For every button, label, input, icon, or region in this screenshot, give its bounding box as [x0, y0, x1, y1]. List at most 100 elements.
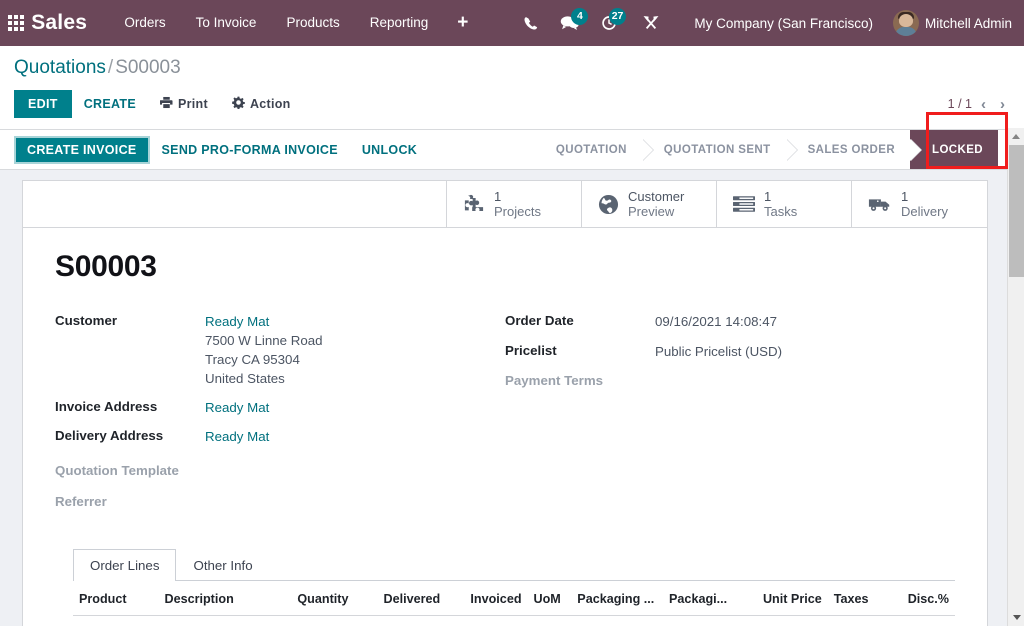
col-discount[interactable]: Disc.%	[882, 581, 955, 616]
cell-taxes[interactable]	[828, 616, 882, 626]
menu-orders[interactable]: Orders	[109, 0, 180, 46]
col-packaging-qty[interactable]: Packaging ...	[571, 581, 663, 616]
invoice-address-link[interactable]: Ready Mat	[205, 398, 269, 417]
form-view-area: 1 Projects Customer Preview	[0, 170, 1024, 626]
col-packaging[interactable]: Packagi...	[663, 581, 744, 616]
statusbar-row: CREATE INVOICE SEND PRO-FORMA INVOICE UN…	[0, 130, 1024, 170]
table-row[interactable]: Virtual Interi... Virtual Interior Desig…	[73, 616, 955, 626]
field-invoice-address-label: Invoice Address	[55, 398, 205, 414]
cell-product[interactable]: Virtual Interi...	[73, 616, 158, 626]
messages-badge: 4	[571, 8, 588, 25]
order-lines-table: Product Description Quantity Delivered I…	[73, 581, 955, 626]
stat-button-blank	[23, 181, 447, 227]
cell-unit-price[interactable]: 30.75	[744, 616, 827, 626]
stat-button-delivery[interactable]: 1 Delivery	[852, 181, 987, 227]
field-order-date-label: Order Date	[505, 312, 655, 328]
field-referrer: Referrer	[55, 493, 505, 514]
field-invoice-address-value[interactable]: Ready Mat	[205, 398, 269, 417]
col-invoiced[interactable]: Invoiced	[446, 581, 527, 616]
stage-quotation[interactable]: QUOTATION	[542, 130, 642, 169]
cell-uom[interactable]: Hours	[528, 616, 572, 626]
stat-button-projects[interactable]: 1 Projects	[447, 181, 582, 227]
col-description[interactable]: Description	[158, 581, 273, 616]
cell-invoiced[interactable]: 0.00	[446, 616, 527, 626]
stat-button-customer-preview-text: Customer Preview	[628, 189, 684, 219]
col-delivered[interactable]: Delivered	[354, 581, 446, 616]
cell-quantity[interactable]: 10.00	[273, 616, 354, 626]
stat-button-tasks-value: 1	[764, 189, 797, 204]
vertical-scrollbar[interactable]	[1007, 128, 1024, 626]
col-quantity[interactable]: Quantity	[273, 581, 354, 616]
app-brand-sales[interactable]: Sales	[27, 11, 97, 35]
edit-button[interactable]: EDIT	[14, 90, 72, 118]
field-customer-value[interactable]: Ready Mat 7500 W Linne Road Tracy CA 953…	[205, 312, 323, 388]
stat-button-box: 1 Projects Customer Preview	[23, 181, 987, 228]
user-name: Mitchell Admin	[925, 16, 1012, 31]
customer-link[interactable]: Ready Mat	[205, 312, 323, 331]
cell-packaging-qty[interactable]	[571, 616, 663, 626]
stage-sales-order[interactable]: SALES ORDER	[786, 130, 910, 169]
puzzle-piece-icon	[463, 194, 485, 214]
apps-grid-icon[interactable]	[4, 0, 27, 46]
scrollbar-thumb[interactable]	[1009, 145, 1024, 277]
print-button-label: Print	[178, 97, 208, 111]
cell-discount[interactable]: 0.00	[882, 616, 955, 626]
tab-order-lines[interactable]: Order Lines	[73, 549, 176, 581]
stat-button-customer-preview[interactable]: Customer Preview	[582, 181, 717, 227]
stat-button-tasks-text: 1 Tasks	[764, 189, 797, 219]
stat-button-tasks[interactable]: 1 Tasks	[717, 181, 852, 227]
debug-wrench-icon[interactable]	[632, 0, 670, 46]
menu-products[interactable]: Products	[271, 0, 354, 46]
field-quotation-template: Quotation Template	[55, 462, 505, 483]
pager-next-icon[interactable]: ›	[995, 96, 1010, 113]
create-invoice-button[interactable]: CREATE INVOICE	[14, 136, 150, 164]
field-delivery-address: Delivery Address Ready Mat	[55, 427, 505, 448]
cell-description[interactable]: Virtual Interior Design	[158, 616, 273, 626]
stage-quotation-sent[interactable]: QUOTATION SENT	[642, 130, 786, 169]
cell-packaging[interactable]	[663, 616, 744, 626]
field-order-date-value[interactable]: 09/16/2021 14:08:47	[655, 312, 777, 331]
breadcrumb-quotations[interactable]: Quotations	[14, 57, 106, 78]
notebook-tabs: Order Lines Other Info	[73, 549, 955, 581]
chevron-down-icon[interactable]	[1008, 609, 1024, 626]
pager-value: 1 / 1	[948, 97, 972, 111]
chevron-up-icon[interactable]	[1008, 128, 1024, 145]
control-panel: Quotations/S00003 EDIT CREATE Print Act	[0, 46, 1024, 130]
apps-grid-glyph	[8, 15, 24, 31]
print-button[interactable]: Print	[148, 90, 220, 118]
field-pricelist-value[interactable]: Public Pricelist (USD)	[655, 342, 782, 361]
truck-icon	[868, 195, 892, 213]
notebook: Order Lines Other Info Product Descripti…	[55, 549, 955, 626]
activities-badge: 27	[609, 8, 627, 25]
cell-delivered[interactable]: 0.00	[354, 616, 446, 626]
top-navbar: Sales Orders To Invoice Products Reporti…	[0, 0, 1024, 46]
stage-locked[interactable]: LOCKED	[910, 130, 998, 169]
send-proforma-invoice-button[interactable]: SEND PRO-FORMA INVOICE	[150, 137, 350, 163]
company-switcher[interactable]: My Company (San Francisco)	[670, 16, 887, 31]
delivery-address-link[interactable]: Ready Mat	[205, 427, 269, 446]
phone-icon[interactable]	[512, 0, 549, 46]
stat-button-tasks-label: Tasks	[764, 204, 797, 219]
breadcrumb-current: S00003	[115, 57, 181, 78]
field-columns: Customer Ready Mat 7500 W Linne Road Tra…	[55, 312, 955, 521]
create-button[interactable]: CREATE	[72, 91, 148, 117]
field-delivery-address-value[interactable]: Ready Mat	[205, 427, 269, 446]
action-button[interactable]: Action	[220, 90, 303, 118]
user-menu[interactable]: Mitchell Admin	[887, 10, 1012, 36]
field-order-date: Order Date 09/16/2021 14:08:47	[505, 312, 955, 333]
menu-to-invoice[interactable]: To Invoice	[181, 0, 272, 46]
col-taxes[interactable]: Taxes	[828, 581, 882, 616]
menu-add-icon[interactable]: +	[443, 0, 482, 46]
unlock-button[interactable]: UNLOCK	[350, 137, 429, 163]
col-uom[interactable]: UoM	[528, 581, 572, 616]
menu-reporting[interactable]: Reporting	[355, 0, 444, 46]
tab-other-info[interactable]: Other Info	[176, 549, 269, 581]
col-product[interactable]: Product	[73, 581, 158, 616]
action-button-row: EDIT CREATE Print Action 1 / 1	[14, 90, 1010, 129]
activities-clock-icon[interactable]: 27	[590, 0, 628, 46]
col-unit-price[interactable]: Unit Price	[744, 581, 827, 616]
field-pricelist-label: Pricelist	[505, 342, 655, 358]
messages-icon[interactable]: 4	[549, 0, 590, 46]
pager-previous-icon[interactable]: ‹	[976, 96, 991, 113]
stat-button-customer-preview-line2: Preview	[628, 204, 674, 219]
